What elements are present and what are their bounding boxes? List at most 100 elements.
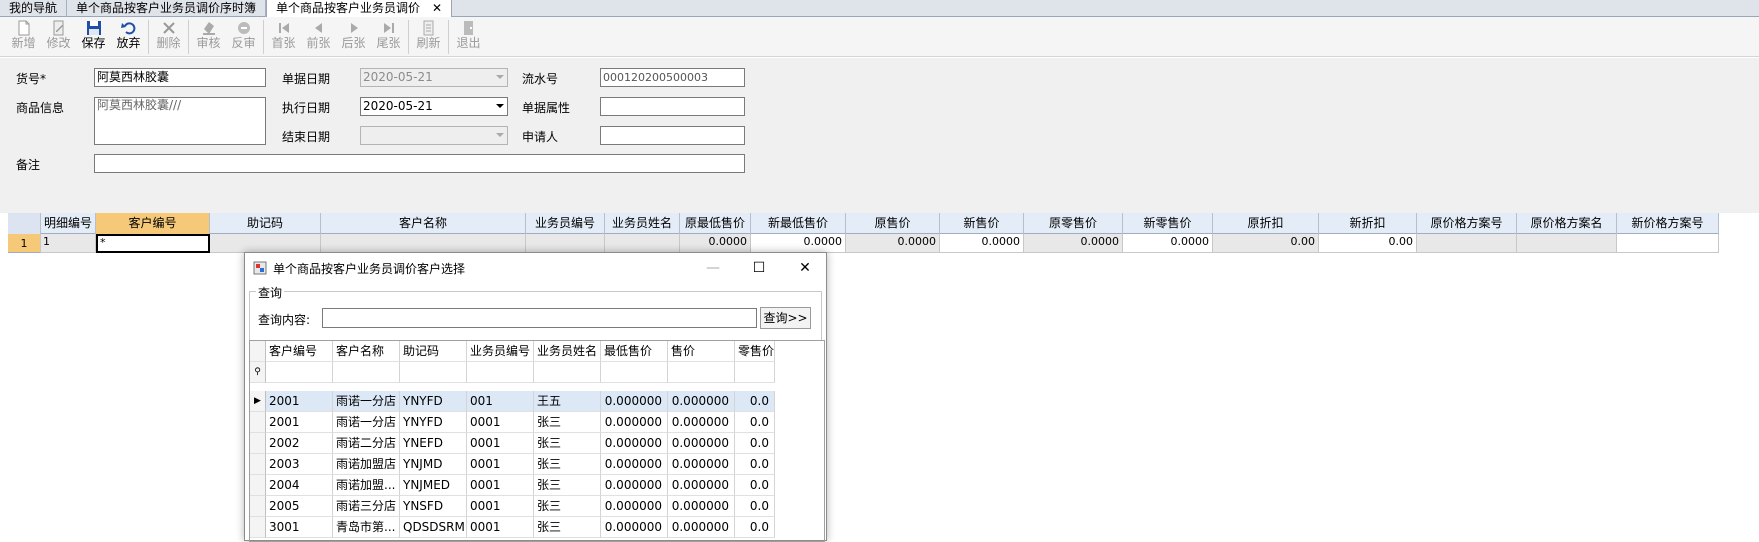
grid-cell[interactable] [1517,234,1617,253]
grid-cell[interactable]: 张三 [534,517,601,538]
column-header[interactable]: 售价 [668,341,735,362]
column-header[interactable]: 最低售价 [601,341,668,362]
discard-button[interactable]: 放弃 [111,17,146,57]
column-header[interactable]: 客户名称 [321,213,526,234]
remark-input[interactable] [94,154,745,173]
grid-cell[interactable]: YNJMED [400,475,467,496]
table-row[interactable]: 2001 雨诺一分店 YNYFD 0001 张三 0.000000 0.000000 0.0 [250,412,775,433]
filter-cell[interactable] [534,362,601,383]
grid-cell[interactable]: 0001 [467,433,534,454]
column-header[interactable]: 客户名称 [333,341,400,362]
grid-corner[interactable] [8,213,41,234]
first-button[interactable]: 首张 [266,17,301,57]
grid-cell[interactable]: 001 [467,391,534,412]
grid-cell[interactable]: 雨诺二分店 [333,433,400,454]
grid-cell[interactable]: 雨诺一分店 [333,391,400,412]
grid-cell[interactable]: 3001 [266,517,333,538]
exec-date-picker[interactable]: 2020-05-21 [360,97,508,116]
table-row[interactable]: 2003 雨诺加盟店 YNJMD 0001 张三 0.000000 0.000000 0.0 [250,454,775,475]
column-header[interactable]: 新最低售价 [751,213,846,234]
table-row[interactable]: 1 1 * 0.0000 0.0000 0.0000 0.0000 0.0000 0.0000… [8,234,1719,253]
doc-date-picker[interactable]: 2020-05-21 [360,68,508,87]
grid-cell[interactable]: 0.000000 [601,496,668,517]
column-header[interactable]: 原折扣 [1213,213,1319,234]
maximize-button[interactable]: ☐ [749,259,769,277]
grid-cell[interactable]: 0001 [467,412,534,433]
grid-cell[interactable]: 雨诺一分店 [333,412,400,433]
grid-cell[interactable]: 0.0000 [1024,234,1123,253]
column-header[interactable]: 业务员姓名 [605,213,680,234]
grid-cell[interactable]: 雨诺加盟店 [333,454,400,475]
grid-cell[interactable]: 0.0 [735,496,775,517]
query-input[interactable] [322,308,757,328]
column-header[interactable]: 原价格方案名 [1517,213,1617,234]
grid-cell[interactable]: YNEFD [400,433,467,454]
grid-cell[interactable]: 雨诺三分店 [333,496,400,517]
column-header[interactable]: 助记码 [400,341,467,362]
next-button[interactable]: 后张 [336,17,371,57]
refresh-button[interactable]: 刷新 [411,17,446,57]
end-date-picker[interactable] [360,126,508,145]
grid-cell[interactable]: 0.000000 [601,391,668,412]
grid-cell[interactable]: 0.000000 [668,496,735,517]
grid-cell[interactable]: 0.0 [735,454,775,475]
grid-cell[interactable] [1617,234,1719,253]
grid-cell[interactable]: 0.000000 [668,475,735,496]
grid-cell[interactable]: 0.000000 [668,517,735,538]
table-row[interactable]: 2004 雨诺加盟... YNJMED 0001 张三 0.000000 0.000000 0… [250,475,775,496]
column-header[interactable]: 新售价 [940,213,1024,234]
grid-cell[interactable] [321,234,526,253]
filter-cell[interactable] [668,362,735,383]
column-header[interactable]: 明细编号 [41,213,96,234]
prev-button[interactable]: 前张 [301,17,336,57]
tab-my-navigation[interactable]: 我的导航 [0,0,68,17]
grid-cell[interactable]: 0.0 [735,517,775,538]
goods-no-input[interactable]: 阿莫西林胶囊 [94,68,266,87]
grid-cell[interactable]: 2003 [266,454,333,475]
column-header[interactable]: 原最低售价 [680,213,751,234]
minimize-button[interactable]: — [703,259,723,277]
grid-cell[interactable]: 0.000000 [601,433,668,454]
grid-cell[interactable]: 0.00 [1213,234,1319,253]
grid-cell[interactable]: YNSFD [400,496,467,517]
grid-cell[interactable]: 雨诺加盟... [333,475,400,496]
table-row[interactable]: 3001青岛市第...QDSDSRM...0001张三0.0000000.000… [250,517,775,538]
grid-cell[interactable]: 0.0 [735,412,775,433]
grid-cell[interactable]: 青岛市第... [333,517,400,538]
column-header[interactable]: 新价格方案号 [1617,213,1719,234]
doc-attr-input[interactable] [600,97,745,116]
column-header[interactable]: 零售价 [735,341,775,362]
grid-cell[interactable]: 0.0000 [940,234,1024,253]
filter-cell[interactable] [735,362,775,383]
grid-cell[interactable]: 0.000000 [668,454,735,475]
filter-cell[interactable] [266,362,333,383]
grid-cell[interactable]: 0001 [467,517,534,538]
column-header[interactable]: 客户编号 [266,341,333,362]
applicant-input[interactable] [600,126,745,145]
active-cell-editor[interactable]: * [96,234,210,253]
unaudit-button[interactable]: 反审 [226,17,261,57]
goods-info-textarea[interactable]: 阿莫西林胶囊/// [94,97,266,145]
grid-cell[interactable]: 0.000000 [668,433,735,454]
filter-cell[interactable] [601,362,668,383]
grid-cell[interactable]: 张三 [534,412,601,433]
grid-cell[interactable]: 0.0000 [846,234,940,253]
grid-cell[interactable]: 0.000000 [668,391,735,412]
column-header[interactable]: 新折扣 [1319,213,1417,234]
grid-cell[interactable]: YNYFD [400,412,467,433]
edit-button[interactable]: 修改 [41,17,76,57]
grid-cell[interactable]: 0.000000 [601,517,668,538]
grid-cell[interactable]: YNYFD [400,391,467,412]
grid-cell[interactable]: 0.000000 [601,475,668,496]
grid-cell[interactable]: 0001 [467,475,534,496]
grid-cell[interactable]: 1 [41,234,96,253]
new-button[interactable]: 新增 [6,17,41,57]
grid-cell[interactable]: 0.00 [1319,234,1417,253]
tab-price-adjust-journal[interactable]: 单个商品按客户业务员调价序时簿 [67,0,267,17]
column-header[interactable]: 业务员姓名 [534,341,601,362]
column-header[interactable]: 业务员编号 [526,213,605,234]
column-header[interactable]: 助记码 [210,213,321,234]
grid-cell[interactable]: 0.000000 [601,454,668,475]
grid-cell[interactable]: 张三 [534,433,601,454]
grid-cell[interactable]: 0.0 [735,433,775,454]
